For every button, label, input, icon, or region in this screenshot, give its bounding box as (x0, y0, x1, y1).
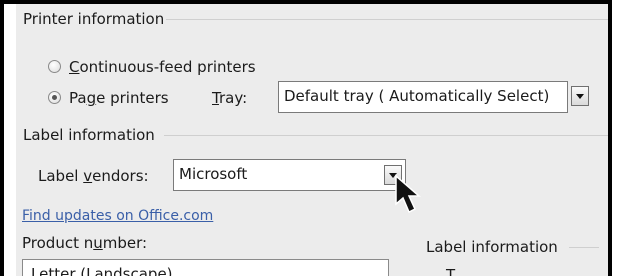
continuous-feed-radio[interactable] (48, 60, 61, 73)
group-divider (569, 247, 599, 248)
side-label-information-heading: Label information (426, 238, 558, 256)
label-vendors-select[interactable]: Microsoft (173, 159, 406, 191)
list-item[interactable]: Letter (Landscape) (31, 265, 173, 276)
label-vendors-label: Label vendors: (38, 167, 149, 185)
tray-dropdown-button[interactable] (571, 86, 589, 106)
label-information-heading: Label information (23, 126, 155, 144)
label-vendors-select-value: Microsoft (179, 165, 248, 183)
page-printers-radio[interactable] (48, 91, 61, 104)
group-divider (164, 135, 608, 136)
tray-select-value: Default tray ( Automatically Select) (284, 87, 550, 105)
group-divider (166, 19, 608, 20)
continuous-feed-label[interactable]: Continuous-feed printers (69, 58, 256, 76)
printer-information-heading: Printer information (23, 10, 165, 28)
find-updates-link[interactable]: Find updates on Office.com (22, 208, 213, 224)
product-number-list[interactable]: Letter (Landscape) (22, 259, 389, 276)
label-options-dialog: Printer information Continuous-feed prin… (16, 4, 608, 276)
product-number-label: Product number: (22, 234, 148, 252)
tray-label: Tray: (212, 89, 248, 107)
side-panel-text: T (446, 266, 456, 276)
page-printers-label[interactable]: Page printers (69, 89, 169, 107)
mouse-cursor-icon (395, 174, 422, 214)
tray-select[interactable]: Default tray ( Automatically Select) (278, 81, 568, 113)
